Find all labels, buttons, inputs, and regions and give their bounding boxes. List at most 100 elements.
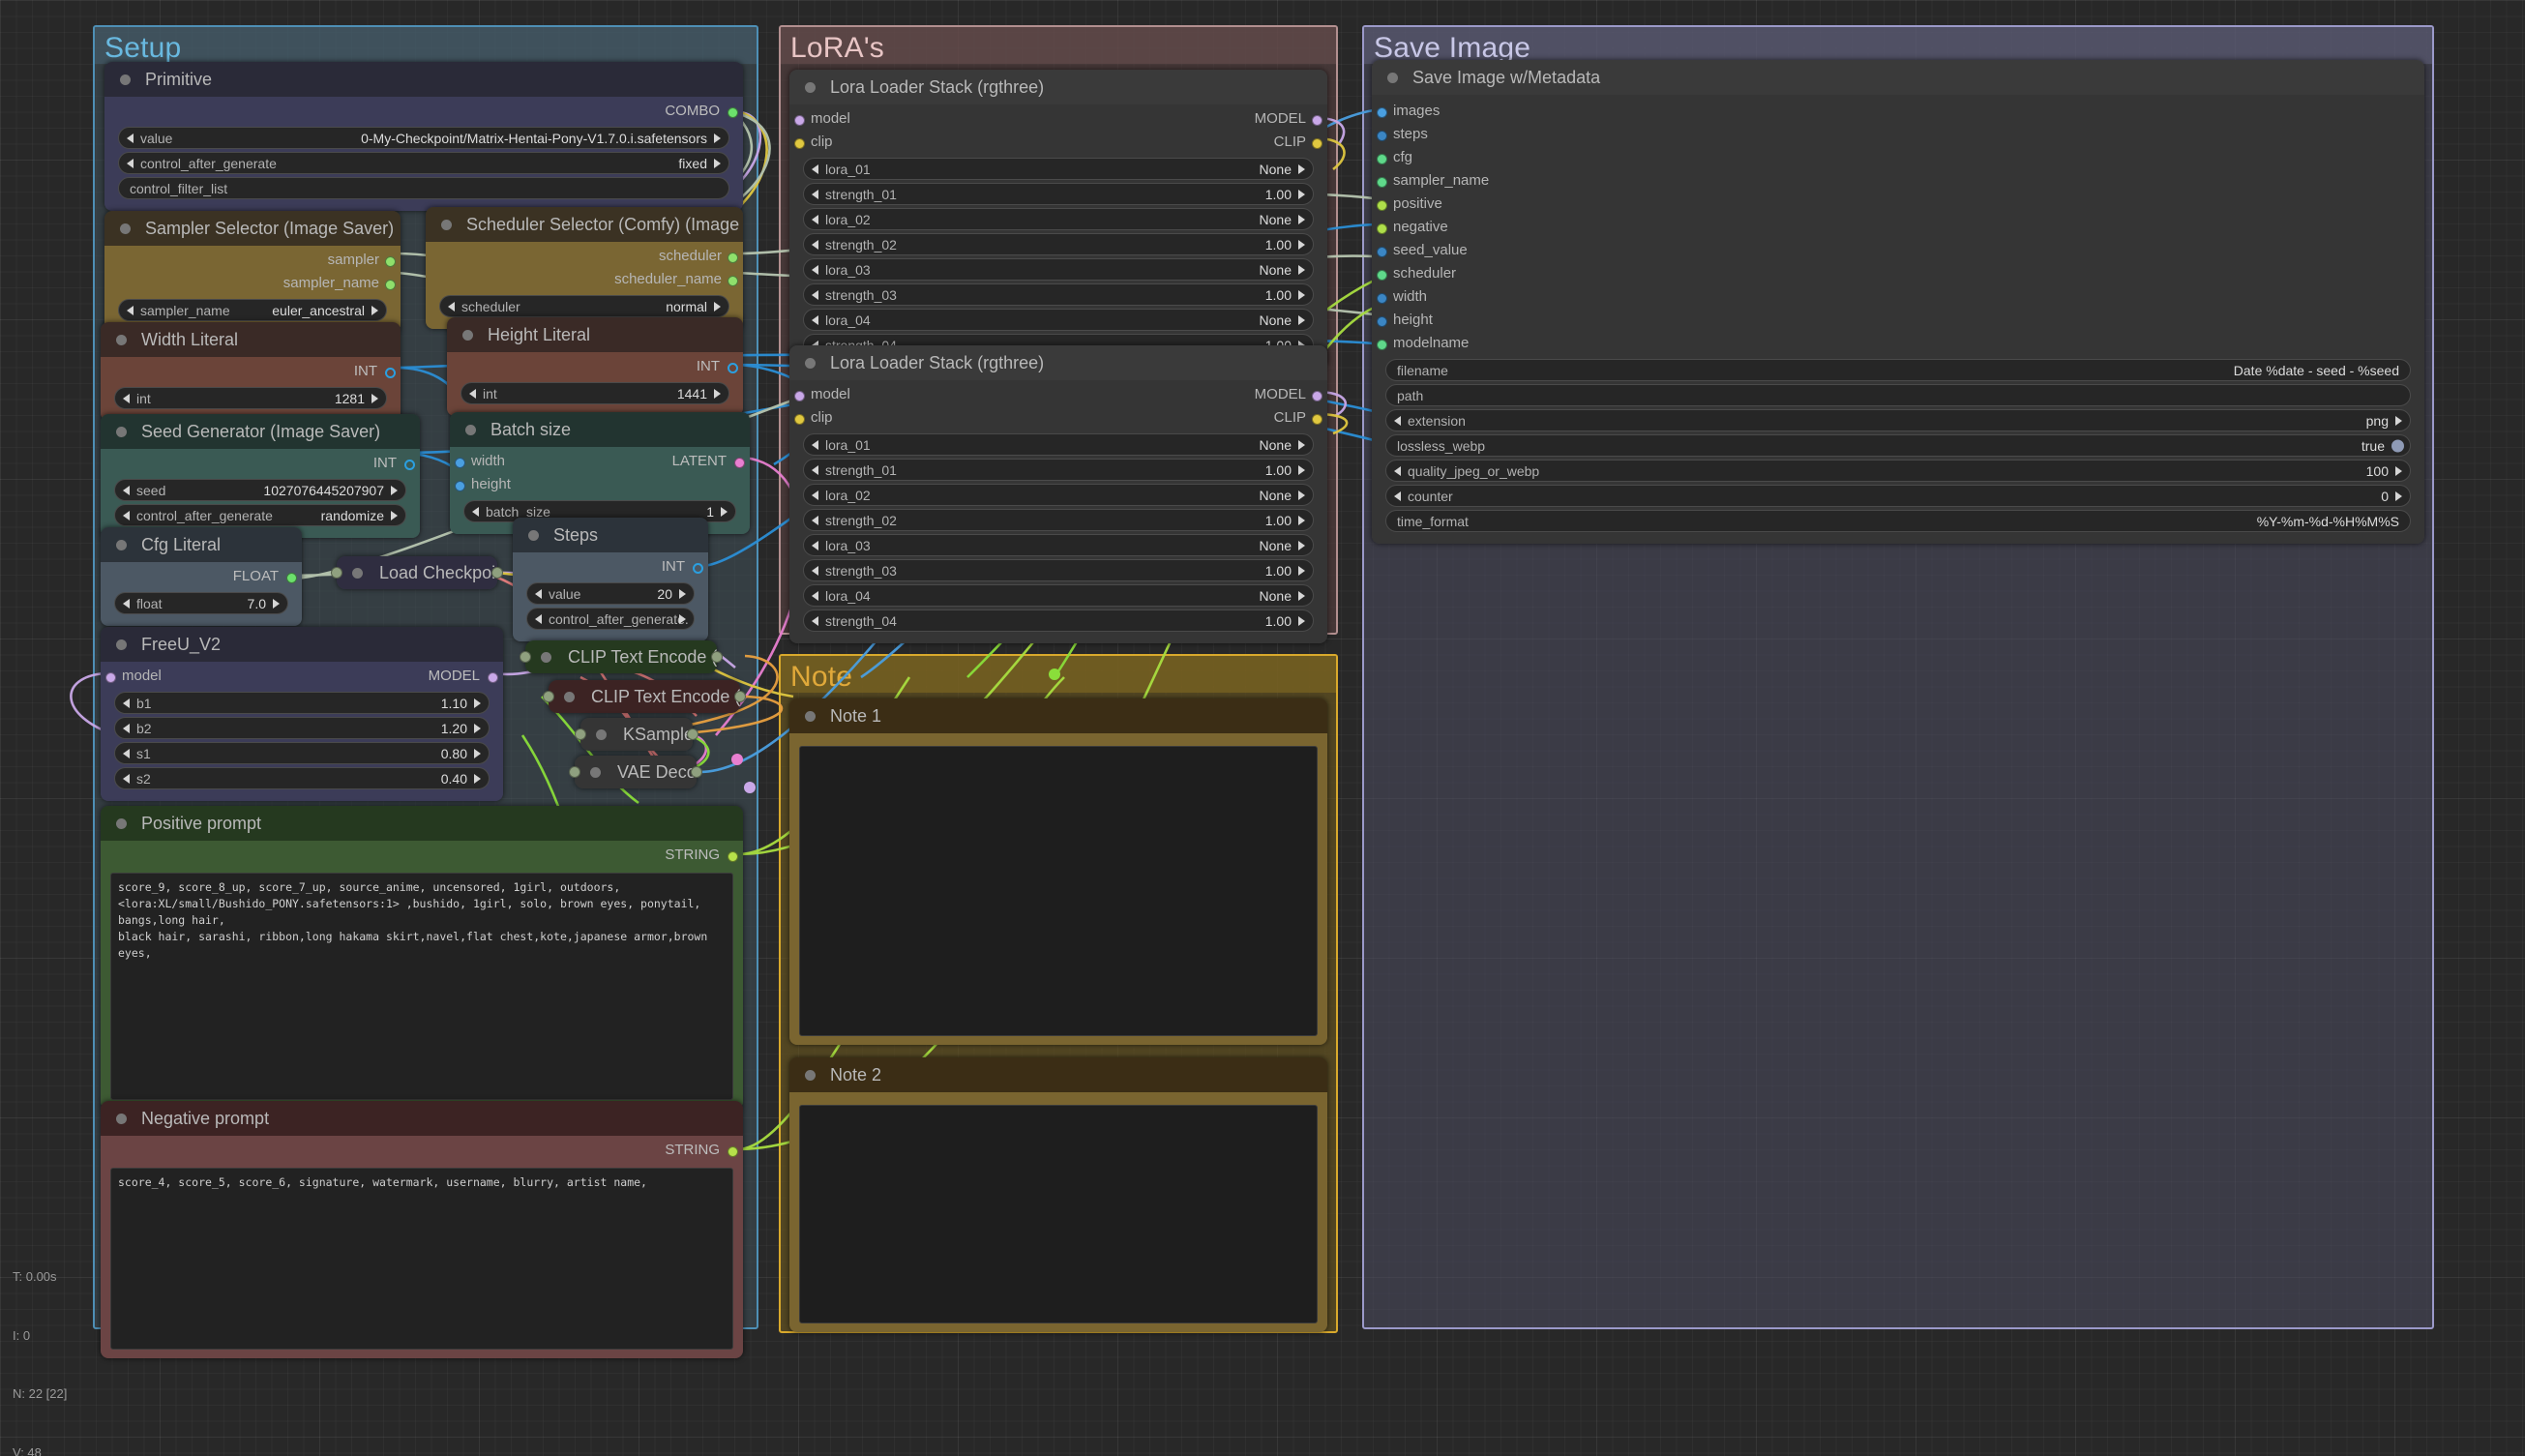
widget-lora-01[interactable]: lora_01 None [803,433,1314,456]
node-seed-generator[interactable]: Seed Generator (Image Saver) INT seed 10… [101,414,420,538]
node-height-literal[interactable]: Height Literal INT int 1441 [447,317,743,416]
decrement-arrow-icon[interactable] [1394,490,1401,501]
increment-arrow-icon[interactable] [1298,615,1305,626]
input-port-width[interactable] [1377,293,1387,304]
input-port-width[interactable] [455,458,465,468]
output-port-int[interactable] [728,363,738,373]
widget-strength-02[interactable]: strength_02 1.00 [803,233,1314,255]
increment-arrow-icon[interactable] [2395,415,2402,426]
collapsed-output-port[interactable] [491,567,503,579]
node-ksampler[interactable]: KSampler [575,718,698,751]
collapsed-input-port[interactable] [520,651,531,663]
node-width-literal[interactable]: Width Literal INT int 1281 [101,322,401,421]
positive-prompt-textarea[interactable]: score_9, score_8_up, score_7_up, source_… [110,873,733,1100]
input-port-model[interactable] [794,391,805,401]
collapsed-output-port[interactable] [734,691,746,702]
input-port-images[interactable] [1377,107,1387,118]
node-vae-decode[interactable]: VAE Decode [569,756,702,788]
node-graph-canvas[interactable]: Setup LoRA's Note Save Image Primitive C… [0,0,2525,1456]
widget-lora-04[interactable]: lora_04 None [803,309,1314,331]
input-port-positive[interactable] [1377,200,1387,211]
decrement-arrow-icon[interactable] [123,723,130,733]
increment-arrow-icon[interactable] [1298,515,1305,525]
node-collapse-dot[interactable] [805,1070,816,1081]
note-2-textarea[interactable] [799,1105,1318,1323]
decrement-arrow-icon[interactable] [123,485,130,495]
node-note-2[interactable]: Note 2 [789,1057,1327,1332]
increment-arrow-icon[interactable] [371,393,378,403]
decrement-arrow-icon[interactable] [812,239,818,250]
node-collapse-dot[interactable] [805,358,816,369]
widget-time-format[interactable]: time_format %Y-%m-%d-%H%M%S [1385,510,2411,532]
node-collapse-dot[interactable] [441,220,452,230]
increment-arrow-icon[interactable] [714,388,721,399]
input-port-sampler-name[interactable] [1377,177,1387,188]
output-port-combo[interactable] [728,107,738,118]
decrement-arrow-icon[interactable] [812,565,818,576]
node-cfg-literal[interactable]: Cfg Literal FLOAT float 7.0 [101,527,302,626]
node-steps[interactable]: Steps INT value 20 control_after_generat… [513,518,708,641]
node-clip-text-encode-positive[interactable]: CLIP Text Encode (Pr [520,640,723,673]
node-collapse-dot[interactable] [120,74,131,85]
input-port-modelname[interactable] [1377,340,1387,350]
input-port-scheduler[interactable] [1377,270,1387,281]
increment-arrow-icon[interactable] [371,305,378,315]
toggle-indicator-icon[interactable] [2391,439,2404,452]
input-port-height[interactable] [1377,316,1387,327]
widget-strength-03[interactable]: strength_03 1.00 [803,559,1314,581]
decrement-arrow-icon[interactable] [123,698,130,708]
decrement-arrow-icon[interactable] [123,773,130,784]
node-collapse-dot[interactable] [352,568,363,579]
decrement-arrow-icon[interactable] [1394,415,1401,426]
output-port-scheduler[interactable] [728,253,738,263]
widget-control-after-generate[interactable]: control_after_generate randomize [114,504,406,526]
increment-arrow-icon[interactable] [1298,590,1305,601]
note-1-textarea[interactable] [799,746,1318,1036]
widget-lora-03[interactable]: lora_03 None [803,258,1314,281]
decrement-arrow-icon[interactable] [812,189,818,199]
decrement-arrow-icon[interactable] [123,748,130,758]
input-port-model[interactable] [794,115,805,126]
decrement-arrow-icon[interactable] [812,163,818,174]
decrement-arrow-icon[interactable] [535,613,542,624]
increment-arrow-icon[interactable] [1298,490,1305,500]
widget-control-after-generate[interactable]: control_after_generate. [526,608,695,630]
widget-b2[interactable]: b2 1.20 [114,717,490,739]
node-lora-loader-stack-2[interactable]: Lora Loader Stack (rgthree) model MODEL … [789,345,1327,643]
output-port-clip[interactable] [1312,414,1322,425]
output-port-latent[interactable] [734,458,745,468]
decrement-arrow-icon[interactable] [123,510,130,520]
node-collapse-dot[interactable] [541,652,551,663]
output-port-string[interactable] [728,851,738,862]
widget-extension[interactable]: extension png [1385,409,2411,431]
node-note-1[interactable]: Note 1 [789,698,1327,1045]
increment-arrow-icon[interactable] [474,773,481,784]
widget-int[interactable]: int 1281 [114,387,387,409]
increment-arrow-icon[interactable] [679,613,686,624]
output-port-scheduler-name[interactable] [728,276,738,286]
widget-sampler-name[interactable]: sampler_name euler_ancestral [118,299,387,321]
widget-lora-01[interactable]: lora_01 None [803,158,1314,180]
increment-arrow-icon[interactable] [391,485,398,495]
widget-s1[interactable]: s1 0.80 [114,742,490,764]
widget-lora-04[interactable]: lora_04 None [803,584,1314,607]
increment-arrow-icon[interactable] [1298,439,1305,450]
input-port-negative[interactable] [1377,223,1387,234]
widget-lossless-webp[interactable]: lossless_webp true [1385,434,2411,457]
widget-strength-02[interactable]: strength_02 1.00 [803,509,1314,531]
collapsed-output-port[interactable] [687,728,698,740]
node-load-checkpoint[interactable]: Load Checkpoint [331,556,503,589]
node-collapse-dot[interactable] [116,818,127,829]
decrement-arrow-icon[interactable] [812,615,818,626]
output-port-int[interactable] [404,460,415,470]
decrement-arrow-icon[interactable] [812,314,818,325]
input-port-cfg[interactable] [1377,154,1387,164]
widget-float[interactable]: float 7.0 [114,592,288,614]
input-port-height[interactable] [455,481,465,491]
increment-arrow-icon[interactable] [1298,289,1305,300]
widget-path[interactable]: path [1385,384,2411,406]
decrement-arrow-icon[interactable] [448,301,455,312]
increment-arrow-icon[interactable] [714,158,721,168]
output-port-sampler-name[interactable] [385,280,396,290]
widget-lora-02[interactable]: lora_02 None [803,208,1314,230]
